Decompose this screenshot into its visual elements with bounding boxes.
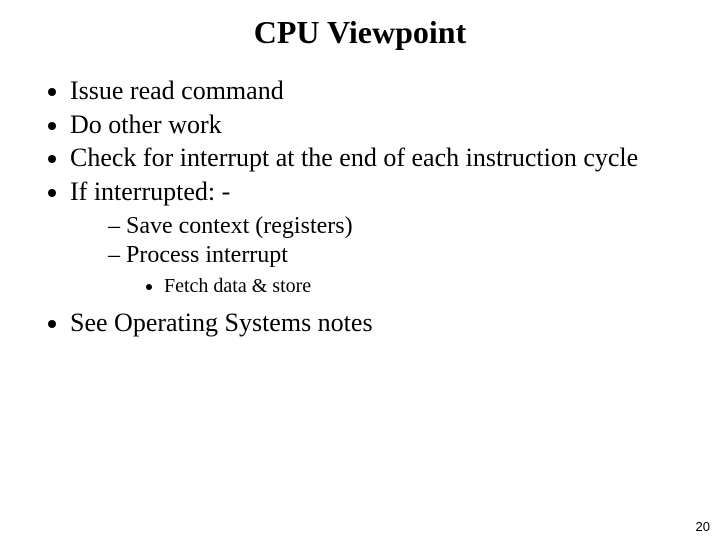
bullet-list-level2: Save context (registers) Process interru… [70, 212, 690, 299]
bullet-item: Issue read command [70, 75, 690, 107]
bullet-item: Do other work [70, 109, 690, 141]
bullet-list-level3: Fetch data & store [108, 274, 690, 298]
bullet-subsub-item: Fetch data & store [164, 274, 690, 298]
bullet-item: See Operating Systems notes [70, 307, 690, 339]
bullet-item-text: If interrupted: - [70, 177, 230, 206]
slide-content: Issue read command Do other work Check f… [0, 51, 720, 339]
bullet-list-level1: Issue read command Do other work Check f… [30, 75, 690, 339]
slide-title: CPU Viewpoint [0, 0, 720, 51]
slide: CPU Viewpoint Issue read command Do othe… [0, 0, 720, 540]
bullet-item: If interrupted: - Save context (register… [70, 176, 690, 299]
page-number: 20 [696, 519, 710, 534]
bullet-sub-item: Process interrupt Fetch data & store [108, 241, 690, 299]
bullet-item: Check for interrupt at the end of each i… [70, 142, 690, 174]
bullet-sub-item: Save context (registers) [108, 212, 690, 241]
bullet-sub-item-text: Process interrupt [126, 242, 288, 268]
